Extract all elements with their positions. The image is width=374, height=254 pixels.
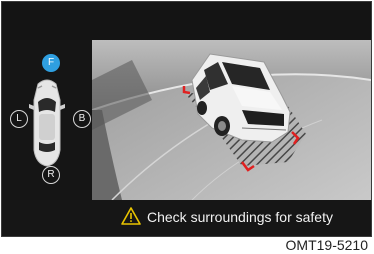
camera-feed	[92, 40, 371, 200]
warning-message: Check surroundings for safety	[147, 209, 333, 225]
warning-bar: Check surroundings for safety	[2, 200, 371, 236]
left-camera-button[interactable]: L	[10, 110, 28, 128]
front-camera-button[interactable]: F	[42, 54, 60, 72]
figure-code: OMT19-5210	[285, 237, 368, 253]
top-bar	[2, 2, 371, 40]
warning-triangle-icon	[121, 207, 141, 225]
back-camera-button[interactable]: B	[73, 110, 91, 128]
rear-camera-button[interactable]: R	[42, 166, 60, 184]
view-selector-panel: F L B R	[2, 40, 92, 200]
parking-scene-image	[92, 40, 371, 200]
camera-display: F L B R Check surroundings for safety	[1, 1, 372, 237]
